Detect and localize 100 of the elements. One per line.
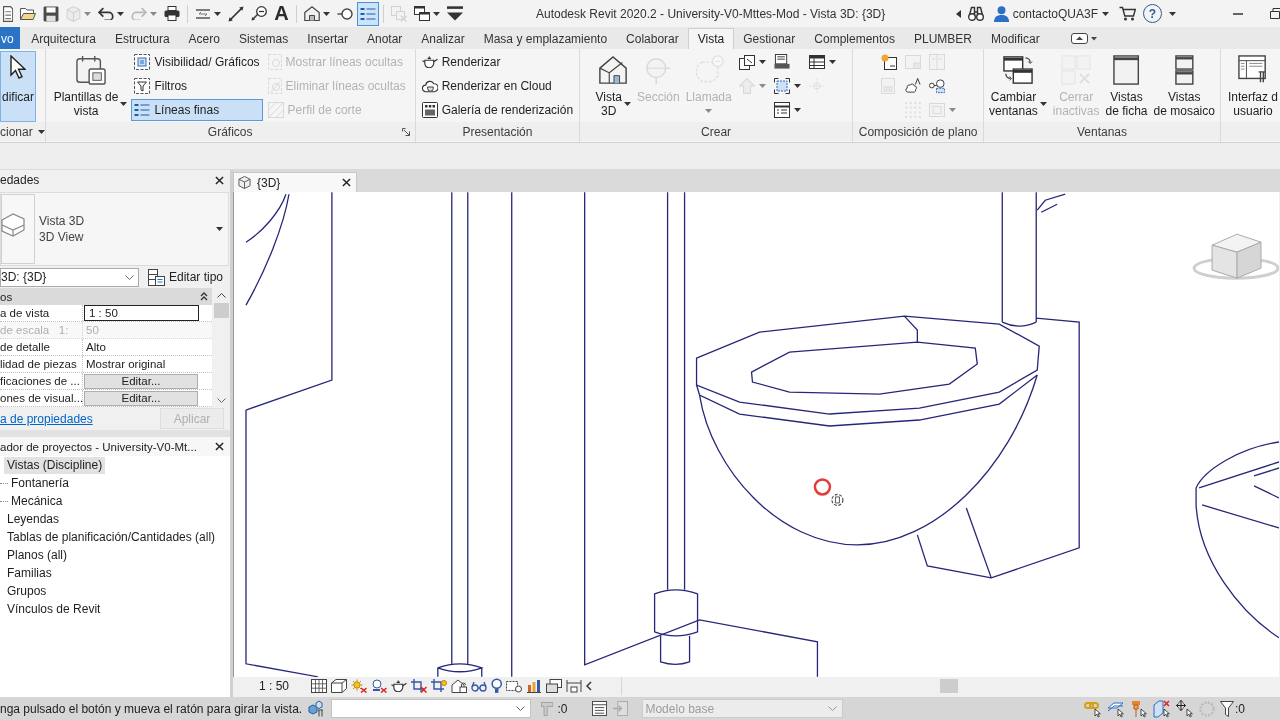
help-link[interactable]: a de propiedades bbox=[0, 411, 93, 426]
tree-item[interactable]: Planos (all) bbox=[4, 546, 71, 564]
property-label: lidad de piezas bbox=[0, 356, 83, 372]
ribbon-button[interactable]: Renderizar bbox=[418, 51, 577, 73]
ribbon-tab[interactable]: Anotar bbox=[357, 28, 412, 49]
ribbon-button[interactable]: Visibilidad/ Gráficos bbox=[131, 51, 263, 73]
caret-icon bbox=[150, 11, 158, 16]
group-header[interactable]: os bbox=[0, 288, 212, 305]
move-cursor-icon[interactable] bbox=[1176, 699, 1194, 718]
ribbon-toggle-icon[interactable] bbox=[1071, 33, 1098, 44]
ribbon-tab[interactable]: Gestionar bbox=[733, 28, 805, 49]
tree-item[interactable]: Mecánica bbox=[8, 492, 66, 510]
chevron-left-icon[interactable] bbox=[586, 681, 593, 691]
scale-label[interactable]: 1 : 50 bbox=[259, 679, 290, 693]
chevron-down-icon bbox=[516, 706, 526, 711]
dimension-icon bbox=[228, 5, 245, 22]
caret-icon[interactable] bbox=[1169, 11, 1176, 16]
ribbon-tab[interactable]: Masa y emplazamiento bbox=[474, 28, 617, 49]
caret-icon[interactable] bbox=[37, 129, 45, 134]
tree-item[interactable]: Vistas (Discipline) bbox=[4, 456, 106, 474]
close-icon[interactable] bbox=[215, 175, 224, 185]
ribbon-tab[interactable]: Acero bbox=[179, 28, 230, 49]
launcher-icon[interactable] bbox=[401, 127, 410, 136]
folder-icon bbox=[20, 7, 37, 20]
close-icon[interactable] bbox=[342, 178, 351, 187]
cubes-icon[interactable] bbox=[308, 700, 325, 717]
triangle-icon[interactable] bbox=[955, 9, 961, 18]
ribbon-button[interactable]: Vistas de ficha bbox=[1103, 51, 1150, 122]
edit-button[interactable]: Editar... bbox=[84, 390, 198, 406]
view-properties-icon[interactable] bbox=[506, 679, 523, 693]
ribbon-tab[interactable]: Arquitectura bbox=[21, 28, 106, 49]
teapot-icon[interactable] bbox=[391, 679, 408, 693]
face-cursor-icon[interactable] bbox=[1153, 699, 1171, 718]
file-tab[interactable]: vo bbox=[0, 27, 20, 49]
scrollbar-thumb[interactable] bbox=[940, 679, 958, 693]
tree-item[interactable]: Vínculos de Revit bbox=[4, 600, 104, 618]
ribbon-tab[interactable]: Complementos bbox=[804, 28, 905, 49]
ribbon-button[interactable]: Plantillas de vista bbox=[51, 51, 130, 122]
chevron-down-icon bbox=[828, 706, 838, 711]
tree-item[interactable]: Tablas de planificación/Cantidades (all) bbox=[4, 528, 219, 546]
ribbon-button[interactable]: Líneas finas bbox=[131, 99, 263, 121]
callout-icon bbox=[693, 55, 724, 84]
house-lock-icon[interactable] bbox=[451, 679, 468, 693]
property-field[interactable]: 1 : 50 bbox=[84, 305, 199, 321]
ribbon-tab[interactable]: Colaborar bbox=[616, 28, 689, 49]
crop-region-icon[interactable] bbox=[431, 679, 448, 693]
ribbon-button[interactable]: Cambiar ventanas bbox=[987, 51, 1049, 122]
crop-off-icon[interactable] bbox=[411, 679, 428, 693]
instance-dropdown[interactable]: 3D: {3D} bbox=[0, 267, 139, 287]
person-icon bbox=[993, 5, 1009, 22]
ribbon-tab[interactable]: Vista bbox=[688, 28, 734, 49]
sun-off-icon[interactable] bbox=[351, 679, 368, 693]
scrollbar-thumb[interactable] bbox=[214, 303, 229, 318]
filter-icon[interactable] bbox=[1220, 700, 1234, 717]
box-icon[interactable] bbox=[331, 679, 348, 693]
minimize-icon[interactable] bbox=[1233, 12, 1243, 15]
constraint-icon[interactable] bbox=[566, 679, 583, 693]
shadow-off-icon[interactable] bbox=[371, 679, 388, 693]
bar-chart-icon[interactable] bbox=[526, 679, 543, 693]
ribbon-button[interactable]: Vistas de mosaico bbox=[1151, 51, 1217, 122]
orbit-cursor-icon bbox=[831, 493, 844, 507]
edit-button[interactable]: Editar... bbox=[84, 373, 198, 389]
ribbon-tab[interactable]: PLUMBER bbox=[904, 28, 982, 49]
panel-title: edades bbox=[0, 173, 40, 187]
ribbon-tab[interactable]: Modificar bbox=[981, 28, 1050, 49]
glasses-icon[interactable] bbox=[471, 679, 488, 693]
ribbon-button[interactable]: Renderizar en Cloud bbox=[418, 75, 577, 97]
bulb-icon[interactable] bbox=[491, 678, 503, 694]
ribbon-tab[interactable]: Insertar bbox=[297, 28, 358, 49]
user-menu-button[interactable]: contactoQUA3F bbox=[990, 4, 1112, 23]
tree-connector bbox=[0, 482, 8, 484]
panel-title: Composición de plano bbox=[858, 124, 978, 139]
tree-item[interactable]: Grupos bbox=[4, 582, 50, 600]
pin-cursor-icon[interactable] bbox=[1130, 699, 1148, 718]
tree-item[interactable]: Familias bbox=[4, 564, 55, 582]
ribbon-button[interactable]: Vista 3D bbox=[593, 51, 633, 122]
toolbar-button[interactable] bbox=[356, 1, 379, 26]
tree-item[interactable]: Fontanería bbox=[8, 474, 73, 492]
layers-cursor-icon[interactable] bbox=[1107, 699, 1125, 718]
tree-item[interactable]: Leyendas bbox=[4, 510, 63, 528]
chain-cursor-icon[interactable] bbox=[1084, 699, 1102, 718]
stacked-boxes-icon[interactable] bbox=[546, 679, 563, 693]
grid-icon[interactable] bbox=[311, 679, 328, 693]
ribbon-button[interactable]: Galería de renderización bbox=[418, 99, 577, 121]
binoculars-icon[interactable] bbox=[967, 6, 984, 21]
list-icon[interactable] bbox=[592, 701, 608, 716]
ribbon-tab[interactable]: Analizar bbox=[411, 28, 475, 49]
ribbon-tab[interactable]: Sistemas bbox=[229, 28, 298, 49]
cart-icon[interactable] bbox=[1119, 6, 1136, 21]
ribbon-button[interactable]: Interfaz d usuario bbox=[1225, 51, 1280, 122]
tree-connector bbox=[0, 500, 8, 502]
restore-icon[interactable] bbox=[1270, 8, 1280, 19]
edit-type-button[interactable]: Editar tipo bbox=[145, 267, 227, 287]
type-selector[interactable]: Vista 3D 3D View bbox=[0, 192, 229, 266]
view-tab[interactable]: {3D} bbox=[233, 172, 357, 192]
close-icon[interactable] bbox=[215, 442, 224, 451]
ribbon-tab[interactable]: Estructura bbox=[105, 28, 180, 49]
ribbon-button[interactable]: Filtros bbox=[131, 75, 263, 97]
text-tool-button[interactable]: A bbox=[271, 1, 292, 26]
ribbon-button[interactable]: dificar bbox=[0, 51, 36, 122]
